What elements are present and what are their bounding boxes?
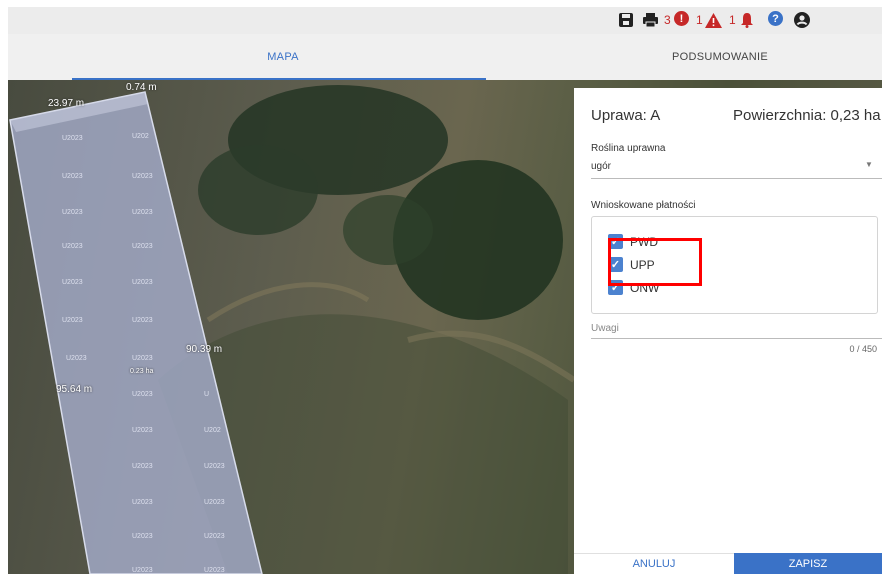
tab-summary[interactable]: PODSUMOWANIE xyxy=(558,34,882,80)
print-icon[interactable] xyxy=(642,11,659,29)
notes-char-counter: 0 / 450 xyxy=(849,344,877,354)
notes-field[interactable]: Uwagi xyxy=(591,323,619,334)
plot-code: U2023 xyxy=(66,355,87,362)
plot-code: U2023 xyxy=(62,279,83,286)
save-icon[interactable] xyxy=(618,11,634,29)
plot-code: U2023 xyxy=(132,463,153,470)
top-toolbar: 3 ! 1 1 ? xyxy=(8,7,882,34)
payments-label: Wnioskowane płatności xyxy=(591,200,696,211)
error-icon[interactable]: ! xyxy=(674,11,689,26)
plot-code: U2023 xyxy=(204,533,225,540)
plot-code: U2023 xyxy=(132,243,153,250)
tab-bar: MAPA PODSUMOWANIE xyxy=(8,34,882,80)
plot-code: U2023 xyxy=(132,173,153,180)
crop-select[interactable]: ugór xyxy=(591,161,611,172)
edge-length-label: 95.64 m xyxy=(56,384,93,395)
edge-length-label: 90.39 m xyxy=(186,344,223,355)
cancel-button[interactable]: ANULUJ xyxy=(574,553,734,574)
account-icon[interactable] xyxy=(794,11,810,29)
plot-code: U2023 xyxy=(62,317,83,324)
plot-code: U2023 xyxy=(132,355,153,362)
plot-code: U2023 xyxy=(132,317,153,324)
edge-length-label: 23.97 m xyxy=(48,98,85,109)
plot-code: U2023 xyxy=(132,567,153,574)
plot-code: U2023 xyxy=(62,173,83,180)
save-button[interactable]: ZAPISZ xyxy=(734,553,882,574)
highlight-box xyxy=(608,238,702,286)
crop-details-panel: Uprawa: A Powierzchnia: 0,23 ha Roślina … xyxy=(574,88,882,574)
area-title: Powierzchnia: 0,23 ha xyxy=(733,107,881,124)
plot-code: U202 xyxy=(132,133,149,140)
crop-select-underline xyxy=(591,178,882,179)
plot-code: U2023 xyxy=(132,427,153,434)
plot-code: U2023 xyxy=(204,567,225,574)
plot-code: U2023 xyxy=(62,135,83,142)
warning-icon[interactable] xyxy=(705,11,722,29)
plot-code: U2023 xyxy=(62,243,83,250)
plot-code: U2023 xyxy=(132,499,153,506)
plot-code: U2023 xyxy=(132,391,153,398)
notes-underline xyxy=(591,338,882,339)
tab-map[interactable]: MAPA xyxy=(8,34,558,80)
crop-field-label: Roślina uprawna xyxy=(591,143,666,154)
dropdown-arrow-icon[interactable]: ▼ xyxy=(865,160,873,169)
bell-icon[interactable] xyxy=(740,11,754,29)
edge-length-label: 0.74 m xyxy=(126,82,157,93)
plot-code: U2023 xyxy=(132,209,153,216)
notification-count: 1 xyxy=(729,13,736,27)
help-icon[interactable]: ? xyxy=(768,11,783,26)
plot-area-label: 0.23 ha xyxy=(130,368,154,375)
crop-title: Uprawa: A xyxy=(591,107,661,124)
plot-code: U2023 xyxy=(62,209,83,216)
plot-code: U xyxy=(204,391,209,398)
error-count: 3 xyxy=(664,13,671,27)
plot-code: U2023 xyxy=(204,499,225,506)
warning-count: 1 xyxy=(696,13,703,27)
plot-code: U2023 xyxy=(204,463,225,470)
plot-code: U2023 xyxy=(132,279,153,286)
plot-code: U202 xyxy=(204,427,221,434)
plot-code: U2023 xyxy=(132,533,153,540)
